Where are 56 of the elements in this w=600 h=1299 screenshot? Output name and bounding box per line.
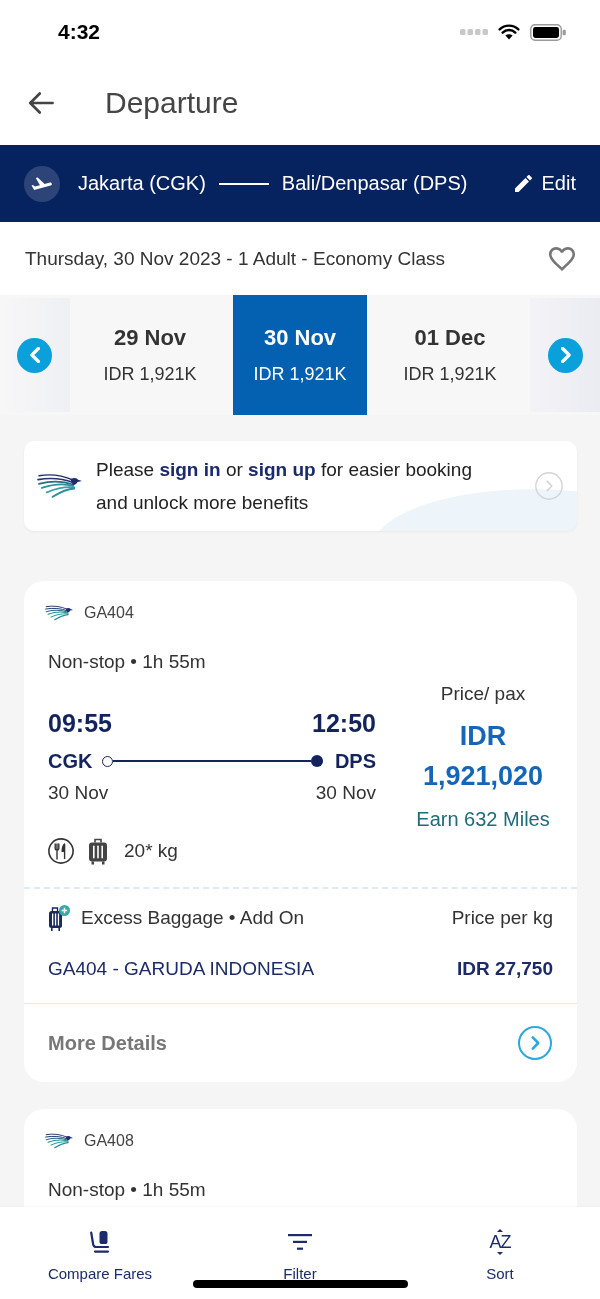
price-currency: IDR — [458, 720, 508, 753]
status-time: 4:32 — [58, 20, 101, 44]
arrival-time: 12:50 — [312, 708, 376, 739]
destination-code: DPS — [334, 749, 376, 773]
date-tab[interactable]: 29 Nov IDR 1,921K — [83, 295, 217, 415]
pencil-icon — [514, 175, 532, 192]
flight-duration: Non-stop • 1h 55m — [48, 650, 207, 674]
bird-logo-icon — [37, 473, 82, 499]
chevron-right-icon[interactable] — [518, 1026, 552, 1060]
bird-logo-icon — [45, 605, 73, 621]
origin-code: CGK — [48, 749, 93, 773]
flight-number: GA404 — [84, 604, 134, 622]
price-per-kg-label: Price per kg — [451, 906, 553, 930]
flight-number: GA408 — [84, 1132, 134, 1150]
compare-fares-button[interactable]: Compare Fares — [47, 1229, 153, 1284]
destination-city: Bali/Denpasar (DPS) — [281, 172, 468, 195]
filter-icon — [288, 1234, 312, 1250]
price-amount: 1,921,020 — [421, 760, 545, 793]
excess-baggage-price: IDR 27,750 — [456, 957, 553, 981]
date-tab[interactable]: 01 Dec IDR 1,921K — [383, 295, 517, 415]
more-details-link[interactable]: More Details — [48, 1031, 167, 1055]
signal-icon — [460, 29, 488, 35]
baggage-allowance: 20* kg — [124, 840, 178, 862]
page-title: Departure — [105, 85, 239, 120]
edit-button[interactable]: Edit — [514, 172, 576, 195]
bird-logo-icon — [45, 1133, 73, 1149]
sign-in-link[interactable]: sign in — [159, 459, 221, 480]
chevron-right-icon[interactable] — [535, 472, 563, 500]
departure-time: 09:55 — [48, 708, 112, 739]
sign-up-link[interactable]: sign up — [248, 459, 316, 480]
sort-button[interactable]: AZ Sort — [486, 1229, 514, 1284]
excess-baggage-label: Excess Baggage • Add On — [81, 906, 305, 930]
departure-date: 30 Nov — [48, 781, 109, 805]
next-date-button[interactable] — [548, 337, 583, 373]
origin-city: Jakarta (CGK) — [78, 172, 206, 195]
battery-icon — [530, 23, 566, 41]
flight-duration: Non-stop • 1h 55m — [48, 1178, 207, 1202]
chevron-left-icon — [29, 347, 40, 363]
suitcase-icon — [88, 837, 108, 865]
seat-icon — [89, 1230, 111, 1254]
heart-icon[interactable] — [549, 246, 575, 271]
arrival-date: 30 Nov — [315, 781, 376, 805]
filter-button[interactable]: Filter — [283, 1229, 317, 1284]
price-label: Price/ pax — [439, 682, 527, 706]
chevron-right-icon — [560, 347, 571, 363]
previous-date-button[interactable] — [17, 337, 52, 373]
suitcase-plus-icon — [48, 905, 70, 931]
miles-earned: Earn 632 Miles — [415, 807, 551, 832]
fork-knife-icon — [48, 838, 74, 864]
back-icon[interactable] — [28, 91, 54, 114]
wifi-icon — [498, 24, 520, 40]
sign-in-prompt: Please sign in or sign up for easier booking and unlock more benefits — [96, 458, 473, 515]
trip-summary: Thursday, 30 Nov 2023 - 1 Adult - Economy Class — [25, 247, 445, 270]
date-tab[interactable]: 30 Nov IDR 1,921K — [233, 295, 367, 415]
airplane-icon — [24, 165, 60, 202]
excess-baggage-flight: GA404 - GARUDA INDONESIA — [48, 957, 315, 981]
